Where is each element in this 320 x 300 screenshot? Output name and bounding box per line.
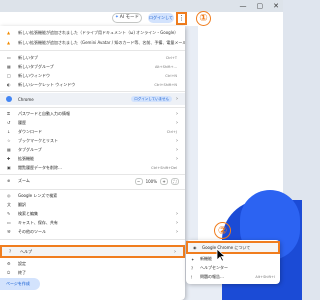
- extension-notice-2[interactable]: ▲ 新しい拡張機能が追加されました（Gemini Avatar / 知のカード等…: [0, 38, 185, 48]
- callout-step-2: ②: [214, 222, 231, 239]
- menu-item-profile[interactable]: Chrome ログインしていません ›: [0, 93, 185, 105]
- profile-chip[interactable]: ログインしてい: [148, 13, 174, 30]
- new-icon: ✦: [191, 256, 195, 262]
- zoom-out-button[interactable]: −: [134, 177, 143, 185]
- chevron-right-icon: ›: [176, 147, 178, 153]
- window-controls: — ▢ ✕: [240, 2, 280, 10]
- trash-icon: ▣: [7, 165, 11, 170]
- download-icon: ↓: [7, 129, 11, 134]
- chevron-right-icon: ›: [176, 120, 178, 126]
- maximize-icon[interactable]: ▢: [257, 2, 264, 10]
- submenu-item-report-issue[interactable]: ! 問題の報告… Alt+Shift+I: [186, 272, 280, 282]
- zoom-icon: ⊕: [7, 178, 11, 183]
- edit-icon: ✎: [7, 211, 11, 216]
- fullscreen-icon[interactable]: ⛶: [171, 177, 179, 185]
- ai-mode-button[interactable]: ✦AI モード: [112, 13, 142, 23]
- chevron-right-icon: ›: [176, 156, 178, 162]
- warning-icon: ▲: [7, 30, 11, 35]
- menu-divider: [0, 174, 185, 175]
- menu-divider: [0, 107, 185, 108]
- zoom-controls: − 100% + ⛶: [134, 176, 179, 186]
- puzzle-icon: ✚: [7, 156, 11, 161]
- translate-icon: 文: [7, 202, 11, 207]
- cast-icon: ▭: [7, 220, 11, 225]
- menu-item-help[interactable]: ? ヘルプ ›: [0, 245, 185, 258]
- chevron-right-icon: ›: [174, 248, 176, 255]
- menu-item-new-incognito[interactable]: ◐ 新しいシークレット ウィンドウ Ctrl+Shift+N: [0, 80, 185, 90]
- menu-item-zoom: ⊕ ズーム − 100% + ⛶: [0, 176, 185, 186]
- menu-item-more-tools[interactable]: ⚒ その他のツール ›: [0, 227, 185, 237]
- callout-step-1: ①: [196, 11, 211, 26]
- incognito-icon: ◐: [7, 82, 11, 87]
- chevron-right-icon: ›: [176, 96, 178, 102]
- chevron-right-icon: ›: [176, 220, 178, 226]
- star-icon: ☆: [7, 138, 11, 143]
- sign-in-pill: ログインしていません: [131, 96, 172, 102]
- menu-divider: [0, 239, 185, 240]
- report-icon: !: [191, 274, 193, 280]
- help-submenu: ◉ Google Chrome について ✦ 新機能 ? ヘルプセンター ! 問…: [186, 240, 280, 284]
- key-icon: ⚿: [7, 111, 11, 116]
- gear-icon: ⚙: [7, 261, 11, 266]
- menu-divider: [0, 189, 185, 190]
- avatar: [6, 96, 12, 102]
- extension-notice-1[interactable]: ▲ 新しい拡張機能が追加されました（ドライブ用ドキュメント（ω) オンライン・G…: [0, 28, 185, 38]
- close-icon[interactable]: ✕: [273, 2, 279, 10]
- chevron-right-icon: ›: [176, 211, 178, 217]
- menu-item-clear-data[interactable]: ▣ 閲覧履歴データを削除… Ctrl+Shift+Del: [0, 163, 185, 173]
- submenu-item-about-chrome[interactable]: ◉ Google Chrome について: [186, 241, 280, 254]
- chevron-right-icon: ›: [176, 111, 178, 117]
- create-page-button[interactable]: ページを作成: [0, 278, 40, 290]
- chrome-icon: ◉: [193, 245, 197, 250]
- new-tab-icon: ▭: [7, 55, 11, 60]
- minimize-icon[interactable]: —: [240, 2, 247, 10]
- chevron-right-icon: ›: [176, 229, 178, 235]
- zoom-in-button[interactable]: +: [160, 177, 168, 185]
- zoom-level: 100%: [145, 178, 157, 184]
- menu-divider: [0, 91, 185, 92]
- warning-icon: ▲: [7, 40, 11, 45]
- history-icon: ↺: [7, 120, 11, 125]
- help-center-icon: ?: [191, 265, 194, 271]
- sparkle-icon: ✦: [114, 15, 119, 20]
- chrome-menu-button[interactable]: ⋮: [176, 12, 187, 25]
- ai-mode-label: AI モード: [119, 15, 140, 20]
- chrome-main-menu: ▲ 新しい拡張機能が追加されました（ドライブ用ドキュメント（ω) オンライン・G…: [0, 26, 185, 300]
- tab-group-icon: ▦: [7, 64, 11, 69]
- menu-divider: [0, 50, 185, 51]
- chevron-right-icon: ›: [176, 138, 178, 144]
- tab-groups-icon: ▦: [7, 147, 11, 152]
- mouse-cursor-icon: [216, 248, 226, 262]
- exit-icon: ⏻: [7, 270, 11, 275]
- window-icon: □: [7, 73, 11, 78]
- lens-icon: ◎: [7, 193, 11, 198]
- tools-icon: ⚒: [7, 229, 11, 234]
- help-icon: ?: [9, 248, 12, 254]
- menu-item-exit[interactable]: ⏻ 終了: [0, 268, 185, 278]
